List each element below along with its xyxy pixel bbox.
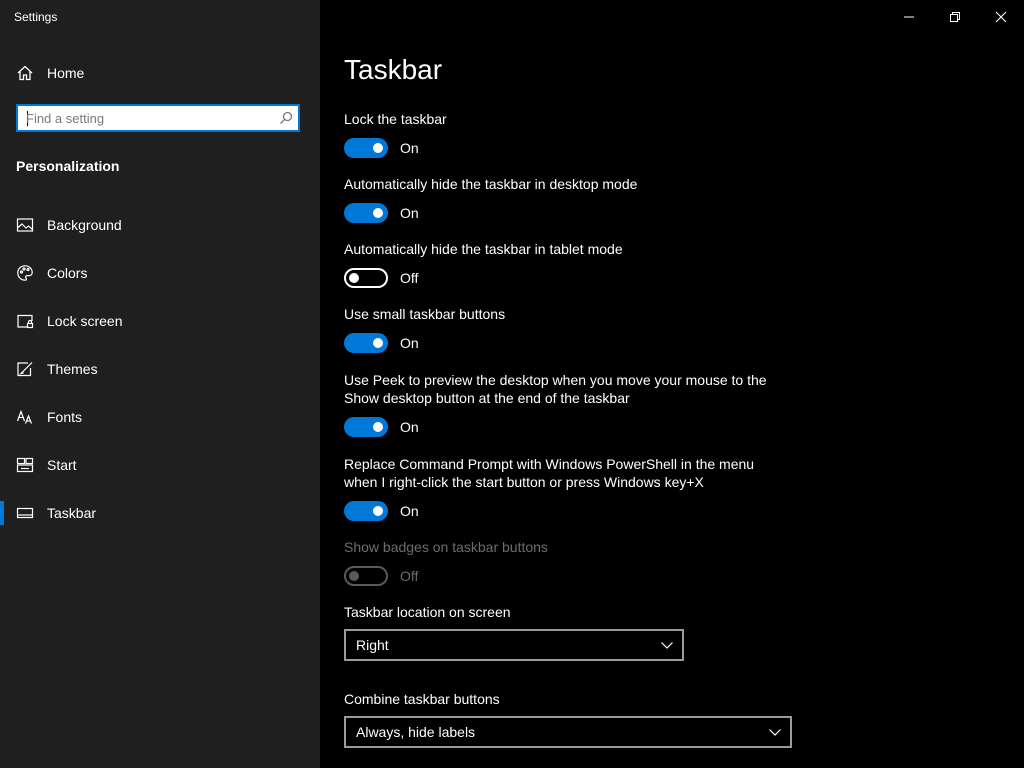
sidebar-item-label: Fonts: [47, 409, 83, 425]
page-title: Taskbar: [344, 54, 443, 85]
sidebar-item-lock-screen[interactable]: Lock screen: [0, 301, 320, 341]
restore-button[interactable]: [932, 0, 978, 32]
search-icon[interactable]: [279, 111, 293, 125]
chevron-down-icon: [769, 729, 781, 736]
toggle-state-peek: On: [400, 419, 419, 435]
search-input[interactable]: [26, 109, 266, 127]
sidebar-item-taskbar[interactable]: Taskbar: [0, 493, 320, 533]
lock-screen-icon: [16, 312, 34, 330]
main-content: Taskbar Lock the taskbar On Automaticall…: [320, 0, 1024, 768]
toggle-autohide-desktop[interactable]: [344, 203, 388, 223]
setting-label-small-buttons: Use small taskbar buttons: [344, 306, 506, 322]
sidebar-item-start[interactable]: Start: [0, 445, 320, 485]
minimize-button[interactable]: [886, 0, 932, 32]
setting-label-powershell: Replace Command Prompt with Windows Powe…: [344, 456, 755, 490]
setting-label-badges: Show badges on taskbar buttons: [344, 539, 548, 555]
toggle-knob: [349, 571, 359, 581]
sidebar-item-fonts[interactable]: Fonts: [0, 397, 320, 437]
palette-icon: [16, 264, 34, 282]
home-button[interactable]: Home: [0, 58, 320, 88]
setting-label-autohide-tablet: Automatically hide the taskbar in tablet…: [344, 241, 623, 257]
combine-dropdown[interactable]: Always, hide labels: [344, 716, 792, 748]
location-dropdown[interactable]: Right: [344, 629, 684, 661]
start-icon: [16, 456, 34, 474]
toggle-badges: [344, 566, 388, 586]
toggle-knob: [373, 422, 383, 432]
selection-indicator: [0, 501, 4, 525]
sidebar-item-label: Start: [47, 457, 77, 473]
sidebar-item-background[interactable]: Background: [0, 205, 320, 245]
paintbrush-icon: [16, 360, 34, 378]
combine-label: Combine taskbar buttons: [344, 691, 500, 707]
search-box[interactable]: [16, 104, 300, 132]
location-value: Right: [356, 637, 389, 653]
toggle-knob: [349, 273, 359, 283]
toggle-small-buttons[interactable]: [344, 333, 388, 353]
setting-label-peek: Use Peek to preview the desktop when you…: [344, 372, 767, 406]
toggle-knob: [373, 208, 383, 218]
toggle-peek[interactable]: [344, 417, 388, 437]
setting-label-lock-taskbar: Lock the taskbar: [344, 111, 447, 127]
toggle-knob: [373, 506, 383, 516]
sidebar-item-label: Themes: [47, 361, 98, 377]
app-title: Settings: [14, 10, 58, 24]
toggle-state-lock-taskbar: On: [400, 140, 419, 156]
sidebar-item-label: Colors: [47, 265, 88, 281]
sidebar-item-themes[interactable]: Themes: [0, 349, 320, 389]
restore-icon: [950, 12, 960, 22]
close-button[interactable]: [978, 0, 1024, 32]
taskbar-icon: [16, 504, 34, 522]
picture-icon: [16, 216, 34, 234]
toggle-autohide-tablet[interactable]: [344, 268, 388, 288]
sidebar: Settings Home Personalization Background: [0, 0, 320, 768]
sidebar-item-label: Lock screen: [47, 313, 123, 329]
chevron-down-icon: [661, 642, 673, 649]
home-icon: [16, 64, 34, 82]
sidebar-item-label: Background: [47, 217, 122, 233]
home-label: Home: [47, 65, 85, 81]
minimize-icon: [904, 16, 914, 18]
toggle-state-powershell: On: [400, 503, 419, 519]
toggle-state-small-buttons: On: [400, 335, 419, 351]
toggle-state-badges: Off: [400, 568, 419, 584]
toggle-state-autohide-desktop: On: [400, 205, 419, 221]
sidebar-item-label: Taskbar: [47, 505, 97, 521]
toggle-lock-taskbar[interactable]: [344, 138, 388, 158]
sidebar-item-colors[interactable]: Colors: [0, 253, 320, 293]
setting-label-autohide-desktop: Automatically hide the taskbar in deskto…: [344, 176, 638, 192]
section-title: Personalization: [16, 158, 120, 174]
combine-value: Always, hide labels: [356, 724, 476, 740]
toggle-state-autohide-tablet: Off: [400, 270, 419, 286]
font-icon: [16, 408, 34, 426]
location-label: Taskbar location on screen: [344, 604, 511, 620]
toggle-knob: [373, 338, 383, 348]
toggle-powershell[interactable]: [344, 501, 388, 521]
close-icon: [995, 11, 1007, 23]
toggle-knob: [373, 143, 383, 153]
